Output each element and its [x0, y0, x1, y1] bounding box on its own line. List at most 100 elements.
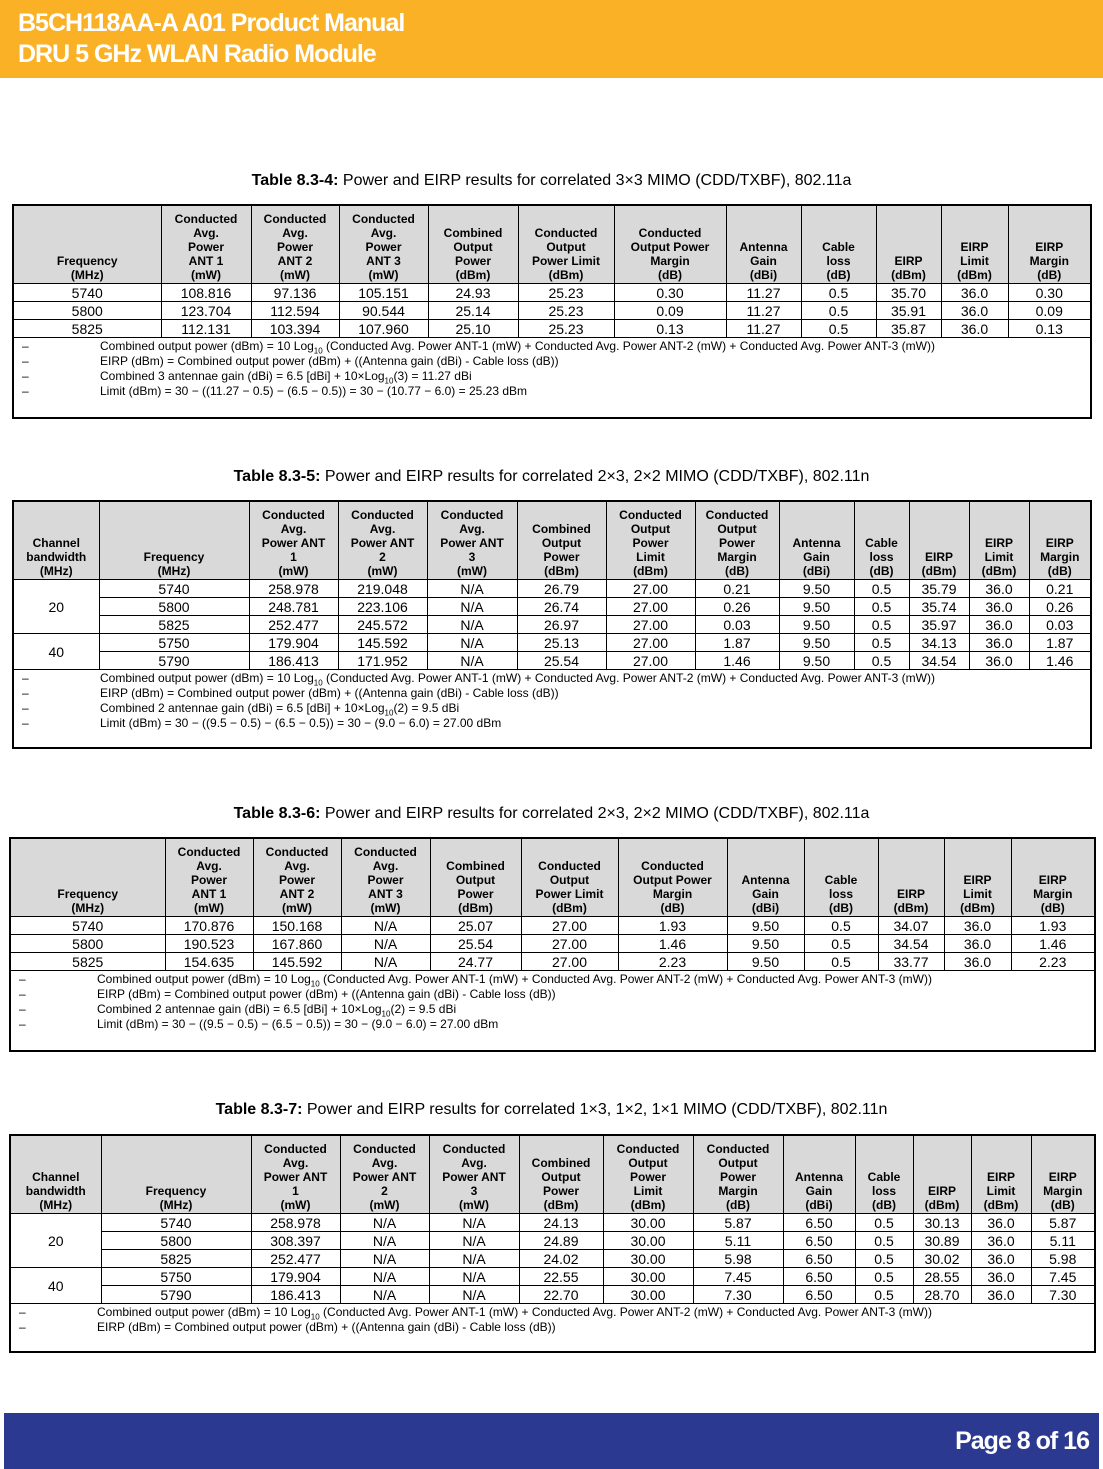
table-cell: 1.46 [694, 651, 780, 670]
table-cell: 26.97 [516, 615, 607, 634]
header-row: Channel bandwidth (MHz) Frequency (MHz) C… [9, 1134, 1096, 1214]
header-row: Frequency (MHz) Conducted Avg. Power ANT… [9, 837, 1096, 917]
table-cell: 252.477 [250, 1249, 341, 1268]
column-header: Conducted Avg. Power ANT 2 (mW) [339, 1134, 430, 1214]
note-text: EIRP (dBm) = Combined output power (dBm)… [100, 686, 559, 700]
table-cell: 24.02 [518, 1249, 604, 1268]
column-header: Conducted Output Power Margin (dB) [613, 204, 727, 284]
table-cell: 112.131 [160, 319, 252, 338]
table-cell: 5790 [98, 651, 250, 670]
table-cell: 0.5 [803, 934, 879, 953]
table-cell: 30.00 [602, 1267, 694, 1286]
table-number: Table 8.3-6: [233, 805, 321, 822]
table-cell: 36.0 [940, 319, 1009, 338]
table-cell: 0.5 [800, 283, 877, 302]
bullet-dash: – [22, 369, 29, 383]
column-header: Channel bandwidth (MHz) [12, 500, 100, 580]
table-cell: 5825 [100, 1249, 252, 1268]
column-header: Conducted Avg. Power ANT 1 (mW) [160, 204, 252, 284]
results-table: Frequency (MHz) Conducted Avg. Power ANT… [9, 837, 1096, 1052]
table-cell: 25.07 [429, 916, 522, 935]
table-cell: 5800 [98, 597, 250, 616]
column-header: Antenna Gain (dBi) [725, 204, 802, 284]
table-cell: N/A [428, 1231, 520, 1250]
table-cell: 28.55 [912, 1267, 972, 1286]
table-cell: 107.960 [338, 319, 429, 338]
column-header: Antenna Gain (dBi) [782, 1134, 856, 1214]
column-header: EIRP (dBm) [908, 500, 970, 580]
table-cell: 5.98 [692, 1249, 784, 1268]
column-header: Cable loss (dB) [853, 500, 910, 580]
bandwidth-cell: 40 [12, 633, 100, 670]
table-cell: 0.5 [853, 579, 910, 598]
table-row: 40 5750 179.904 145.592 N/A 25.13 27.00 1.87 9.5… [12, 633, 1092, 670]
table-cell: 190.523 [164, 934, 254, 953]
table-cell: 5800 [100, 1231, 252, 1250]
bullet-dash: – [22, 354, 29, 368]
table-cell: 36.0 [943, 934, 1012, 953]
table-cell: 5800 [12, 301, 162, 320]
table-cell: 36.0 [968, 579, 1030, 598]
bullet-dash: – [22, 384, 29, 398]
column-header: Conducted Output Power Margin (dB) [692, 1134, 784, 1214]
table-cell: 36.0 [940, 283, 1009, 302]
table-cell: 223.106 [337, 597, 428, 616]
table-cell: 170.876 [164, 916, 254, 935]
table-cell: 5825 [98, 615, 250, 634]
table-cell: 5740 [100, 1213, 252, 1232]
page-header: B5CH118AA-A A01 Product Manual DRU 5 GHz… [0, 0, 1103, 78]
table-cell: 36.0 [970, 1285, 1032, 1304]
column-header: EIRP Margin (dB) [1030, 1134, 1096, 1214]
table-cell: 245.572 [337, 615, 428, 634]
table-cell: 25.54 [516, 651, 607, 670]
note-item: – Combined output power (dBm) = 10 Log10 … [11, 972, 1094, 988]
table-cell: 25.14 [427, 301, 519, 320]
column-header: EIRP Margin (dB) [1007, 204, 1092, 284]
note-item: – Combined 3 antennae gain (dBi) = 6.5 [d… [14, 369, 1090, 385]
table-cell: 97.136 [250, 283, 340, 302]
table-cell: 9.50 [726, 952, 805, 971]
table-cell: 25.10 [427, 319, 519, 338]
column-header: Conducted Avg. Power ANT 2 (mW) [250, 204, 340, 284]
table-cell: 6.50 [782, 1231, 856, 1250]
column-header: EIRP Limit (dBm) [940, 204, 1009, 284]
table-title: Power and EIRP results for correlated 1×… [302, 1101, 888, 1118]
table-cell: 25.54 [429, 934, 522, 953]
table-cell: 27.00 [605, 615, 696, 634]
bullet-dash: – [22, 701, 29, 715]
table-cell: 103.394 [250, 319, 340, 338]
column-header: Conducted Avg. Power ANT 1 (mW) [250, 1134, 341, 1214]
table-cell: 1.93 [1010, 916, 1096, 935]
table-cell: N/A [340, 952, 431, 971]
results-table: Frequency (MHz) Conducted Avg. Power ANT… [12, 204, 1092, 419]
table-cell: 0.5 [854, 1213, 914, 1232]
note-item: – Combined output power (dBm) = 10 Log10 … [14, 339, 1090, 355]
table-row: 20 5740 258.978 N/A N/A 24.13 30.00 5.87 6.50 0.5… [9, 1213, 1096, 1268]
table-cell: 9.50 [778, 615, 855, 634]
header-row: Frequency (MHz) Conducted Avg. Power ANT… [12, 204, 1092, 284]
table-cell: 27.00 [605, 651, 696, 670]
table-cell: 6.50 [782, 1267, 856, 1286]
table-cell: 7.45 [1030, 1267, 1096, 1286]
table-cell: N/A [426, 615, 518, 634]
table-cell: 0.5 [854, 1249, 914, 1268]
table-cell: 0.13 [1007, 319, 1092, 338]
column-header: Channel bandwidth (MHz) [9, 1134, 102, 1214]
column-header: Conducted Output Power Limit (dBm) [517, 204, 615, 284]
table-cell: 0.13 [613, 319, 727, 338]
table-cell: 308.397 [250, 1231, 341, 1250]
table-cell: 123.704 [160, 301, 252, 320]
table-cell: 5825 [12, 319, 162, 338]
table-row: 5800 123.704 112.594 90.544 25.14 25.23 0.09 11… [12, 301, 1092, 320]
table-cell: 0.03 [694, 615, 780, 634]
table-cell: 25.23 [517, 319, 615, 338]
table-cell: 5740 [9, 916, 166, 935]
table-cell: 36.0 [970, 1249, 1032, 1268]
table-cell: 36.0 [968, 597, 1030, 616]
table-cell: 0.09 [1007, 301, 1092, 320]
column-header: Cable loss (dB) [800, 204, 877, 284]
table-cell: 248.781 [248, 597, 339, 616]
note-text: Limit (dBm) = 30 − ((9.5 − 0.5) − (6.5 −… [100, 716, 502, 730]
column-header: Conducted Output Power Limit (dBm) [605, 500, 696, 580]
note-item: – EIRP (dBm) = Combined output power (dBm… [11, 1320, 1094, 1335]
